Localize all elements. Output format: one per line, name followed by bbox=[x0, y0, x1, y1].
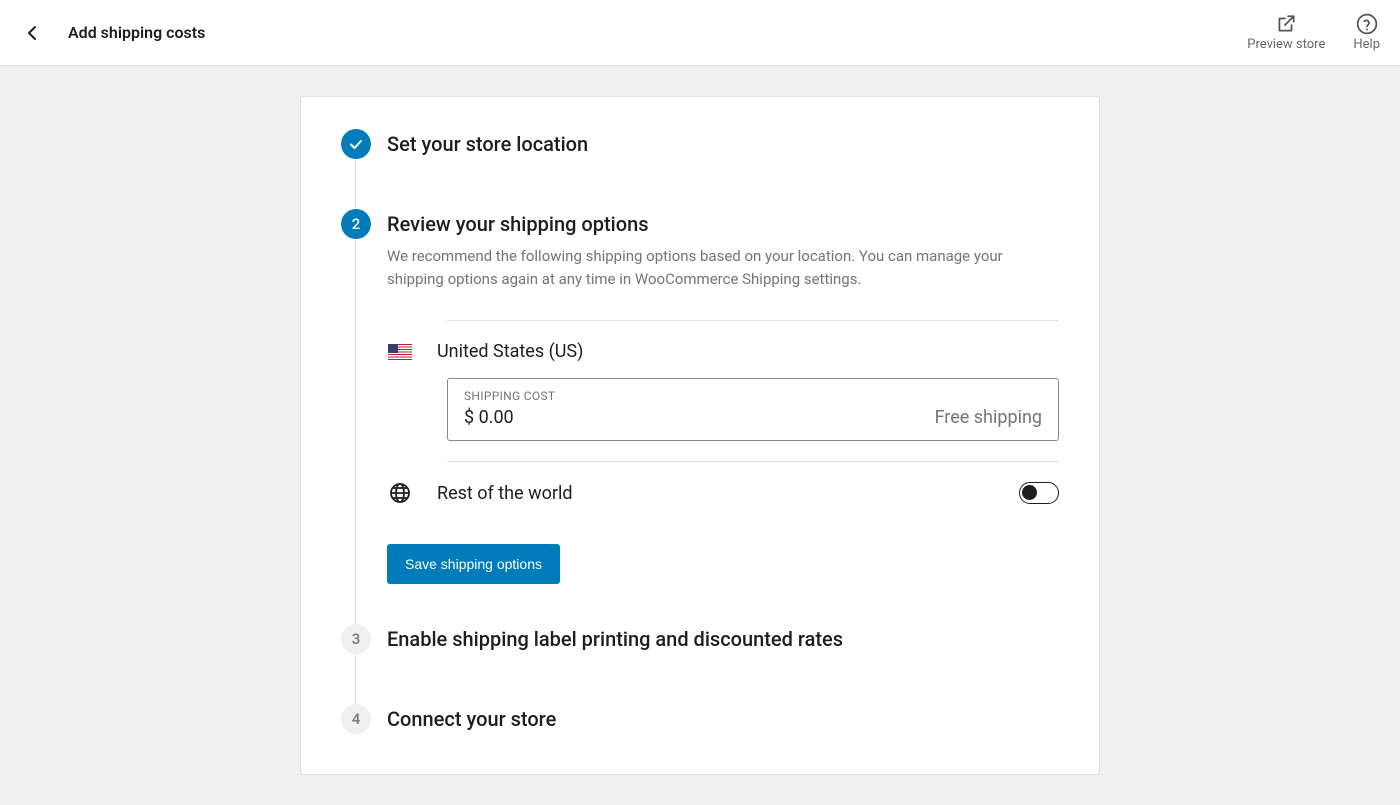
step-connector bbox=[355, 239, 356, 644]
step-4-content: Connect your store bbox=[387, 704, 1059, 734]
toggle-knob bbox=[1022, 485, 1037, 500]
us-flag-icon bbox=[387, 343, 413, 361]
back-button[interactable] bbox=[20, 21, 44, 45]
help-button[interactable]: Help bbox=[1353, 13, 1380, 52]
cost-label: SHIPPING COST bbox=[464, 389, 555, 403]
shipping-section: United States (US) SHIPPING COST $ 0.00 … bbox=[447, 320, 1059, 584]
cost-status: Free shipping bbox=[935, 407, 1042, 428]
step-indicator-active: 2 bbox=[341, 209, 371, 239]
shipping-zone-rest: Rest of the world bbox=[447, 461, 1059, 524]
zone-header-us: United States (US) bbox=[387, 341, 1059, 362]
step-3-title: Enable shipping label printing and disco… bbox=[387, 624, 1059, 654]
shipping-zone-us: United States (US) SHIPPING COST $ 0.00 … bbox=[447, 320, 1059, 461]
wizard-card: Set your store location 2 Review your sh… bbox=[300, 96, 1100, 775]
step-2: 2 Review your shipping options We recomm… bbox=[341, 209, 1059, 624]
step-2-description: We recommend the following shipping opti… bbox=[387, 245, 1059, 290]
header: Add shipping costs Preview store Help bbox=[0, 0, 1400, 66]
step-indicator-3: 3 bbox=[341, 624, 371, 654]
help-icon bbox=[1356, 13, 1378, 35]
step-2-title: Review your shipping options bbox=[387, 209, 1059, 239]
step-2-content: Review your shipping options We recommen… bbox=[387, 209, 1059, 624]
step-indicator-4: 4 bbox=[341, 704, 371, 734]
zone-name-us: United States (US) bbox=[437, 341, 583, 362]
step-indicator-completed bbox=[341, 129, 371, 159]
header-left: Add shipping costs bbox=[20, 21, 205, 45]
rest-of-world-toggle[interactable] bbox=[1019, 482, 1059, 504]
step-1-content: Set your store location bbox=[387, 129, 1059, 209]
cost-value: $ 0.00 bbox=[464, 407, 555, 428]
preview-store-label: Preview store bbox=[1247, 37, 1325, 52]
check-icon bbox=[348, 136, 364, 152]
step-3: 3 Enable shipping label printing and dis… bbox=[341, 624, 1059, 704]
header-right: Preview store Help bbox=[1247, 13, 1380, 52]
main-container: Set your store location 2 Review your sh… bbox=[0, 66, 1400, 805]
preview-store-button[interactable]: Preview store bbox=[1247, 13, 1325, 52]
external-link-icon bbox=[1275, 13, 1297, 35]
page-title: Add shipping costs bbox=[68, 23, 205, 42]
chevron-left-icon bbox=[27, 25, 37, 41]
step-1: Set your store location bbox=[341, 129, 1059, 209]
save-shipping-options-button[interactable]: Save shipping options bbox=[387, 544, 560, 584]
step-4-title: Connect your store bbox=[387, 704, 1059, 734]
zone-header-rest: Rest of the world bbox=[387, 482, 1059, 504]
step-3-content: Enable shipping label printing and disco… bbox=[387, 624, 1059, 704]
step-1-title: Set your store location bbox=[387, 129, 1059, 159]
zone-name-rest: Rest of the world bbox=[437, 483, 573, 504]
help-label: Help bbox=[1353, 37, 1380, 52]
step-4: 4 Connect your store bbox=[341, 704, 1059, 734]
shipping-cost-input[interactable]: SHIPPING COST $ 0.00 Free shipping bbox=[447, 378, 1059, 441]
cost-left: SHIPPING COST $ 0.00 bbox=[464, 389, 555, 428]
globe-icon bbox=[387, 484, 413, 502]
